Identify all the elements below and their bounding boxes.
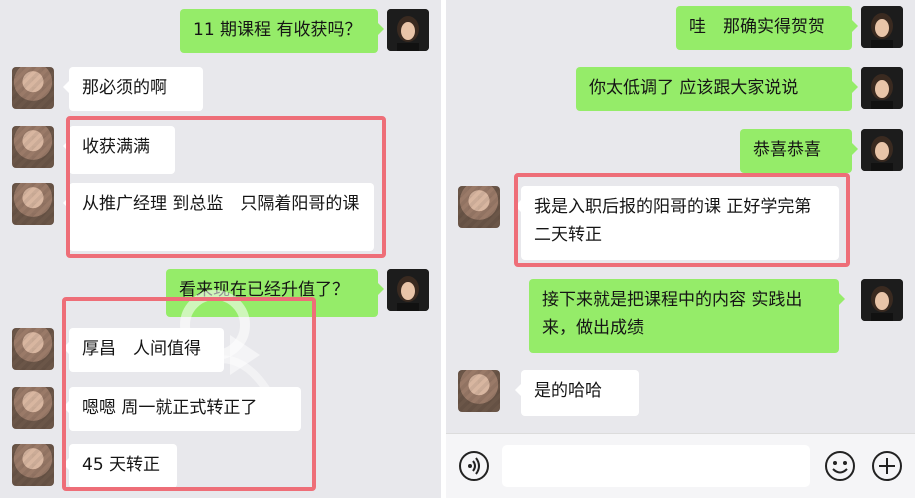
contact-avatar[interactable] <box>12 444 54 486</box>
user-avatar[interactable] <box>387 269 429 311</box>
message-bubble[interactable]: 11 期课程 有收获吗？ <box>180 9 384 53</box>
user-avatar-image <box>387 269 429 311</box>
voice-icon <box>459 451 489 481</box>
message-bubble[interactable]: 是的哈哈 <box>515 370 639 416</box>
chat-panel-right: 哇 那确实得贺贺 你太低调了 应该跟大家说说 恭喜恭喜 我是入职后报的阳哥的课 … <box>446 0 915 498</box>
user-avatar-image <box>387 9 429 51</box>
emoji-icon <box>825 451 855 481</box>
message-bubble[interactable]: 那必须的啊 <box>63 67 203 111</box>
user-avatar-image <box>861 6 903 48</box>
contact-avatar[interactable] <box>12 183 54 225</box>
contact-avatar[interactable] <box>12 126 54 168</box>
contact-avatar[interactable] <box>458 186 500 228</box>
user-avatar[interactable] <box>861 67 903 109</box>
plus-icon <box>872 451 902 481</box>
chat-input-bar <box>446 433 915 498</box>
user-avatar-image <box>861 67 903 109</box>
user-avatar[interactable] <box>861 279 903 321</box>
contact-avatar[interactable] <box>12 387 54 429</box>
user-avatar-image <box>861 129 903 171</box>
contact-avatar[interactable] <box>12 67 54 109</box>
emoji-button[interactable] <box>824 450 856 482</box>
more-button[interactable] <box>871 450 903 482</box>
chat-panel-left: 11 期课程 有收获吗？ 那必须的啊 收获满满 从推广经理 到总监 只隔着阳哥的… <box>0 0 441 498</box>
user-avatar[interactable] <box>861 6 903 48</box>
message-bubble[interactable]: 恭喜恭喜 <box>740 129 858 173</box>
message-input[interactable] <box>502 445 810 487</box>
contact-avatar[interactable] <box>12 328 54 370</box>
highlight-box <box>62 297 316 491</box>
user-avatar[interactable] <box>861 129 903 171</box>
highlight-box <box>66 116 386 258</box>
user-avatar-image <box>861 279 903 321</box>
message-bubble[interactable]: 你太低调了 应该跟大家说说 <box>576 67 858 111</box>
highlight-box <box>514 173 850 267</box>
message-bubble[interactable]: 哇 那确实得贺贺 <box>676 6 858 50</box>
contact-avatar[interactable] <box>458 370 500 412</box>
voice-button[interactable] <box>458 450 490 482</box>
message-bubble[interactable]: 接下来就是把课程中的内容 实践出来，做出成绩 <box>529 279 845 353</box>
user-avatar[interactable] <box>387 9 429 51</box>
